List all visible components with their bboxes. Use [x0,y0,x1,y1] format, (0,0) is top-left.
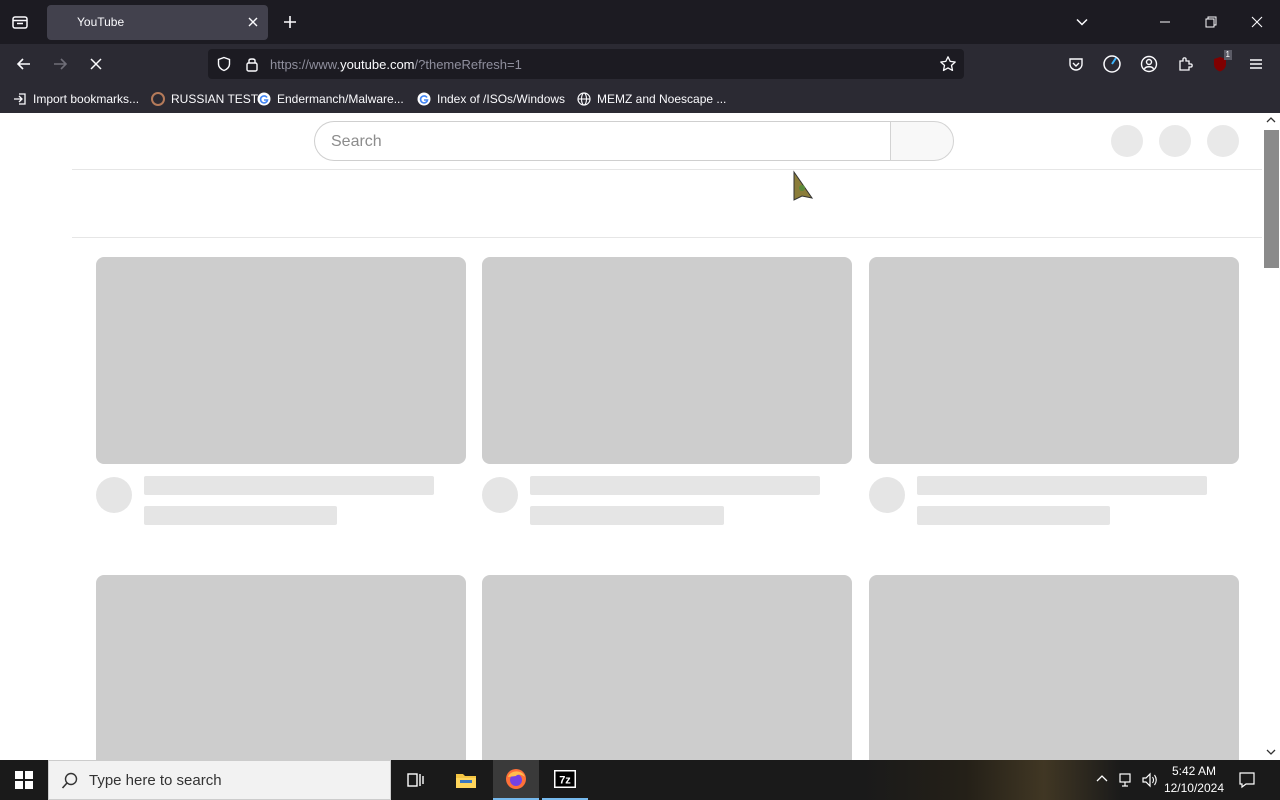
search-input[interactable]: Search [314,121,891,161]
video-thumbnail-placeholder[interactable] [96,257,466,464]
show-hidden-icons-icon[interactable] [1095,772,1109,786]
cursor-icon [790,170,816,202]
network-icon[interactable] [1118,772,1136,788]
channel-avatar-placeholder [869,477,905,513]
video-thumbnail-placeholder[interactable] [869,575,1239,760]
scroll-down-icon[interactable] [1265,747,1277,757]
tab-strip: YouTube [0,0,1280,44]
notifications-icon[interactable] [1238,771,1256,789]
windows-logo-icon [15,771,33,789]
address-bar[interactable]: https://www.youtube.com/?themeRefresh=1 [208,49,964,79]
url-suffix: /?themeRefresh=1 [414,57,522,72]
channel-avatar-placeholder [482,477,518,513]
meta-placeholder [144,506,337,525]
channel-avatar-placeholder [96,477,132,513]
title-placeholder [144,476,434,495]
search-icon [61,772,79,790]
meta-placeholder [917,506,1110,525]
bookmark-label: Endermanch/Malware... [277,92,404,106]
chevron-down-icon[interactable] [1068,8,1096,36]
video-thumbnail-placeholder[interactable] [482,575,852,760]
search-placeholder: Search [331,133,382,150]
bookmark-endermanch[interactable]: Endermanch/Malware... [256,90,404,108]
meta-placeholder [530,506,724,525]
lock-icon[interactable] [238,50,266,78]
globe-icon [576,91,592,107]
header-placeholder-button[interactable] [1159,125,1191,157]
site-icon [150,91,166,107]
url-prefix: https://www. [270,57,341,72]
ublock-origin-icon[interactable]: 1 [1206,50,1234,78]
taskbar-search-box[interactable]: Type here to search [48,760,391,800]
navigation-toolbar: https://www.youtube.com/?themeRefresh=1 … [0,44,1280,84]
bookmark-memz[interactable]: MEMZ and Noescape ... [576,90,726,108]
file-explorer-icon[interactable] [443,760,489,800]
import-icon [12,91,28,107]
taskbar-search-placeholder: Type here to search [89,772,222,789]
bookmark-label: MEMZ and Noescape ... [597,92,727,106]
close-tab-icon[interactable] [246,15,260,29]
title-placeholder [530,476,820,495]
bookmark-index-isos[interactable]: Index of /ISOs/Windows [416,90,565,108]
divider [72,169,1262,170]
scroll-up-icon[interactable] [1265,115,1277,125]
restore-icon[interactable] [1197,8,1225,36]
bookmark-label: RUSSIAN TEST [171,92,259,106]
account-icon[interactable] [1135,50,1163,78]
scrollbar-thumb[interactable] [1264,130,1279,268]
minimize-icon[interactable] [1151,8,1179,36]
scrollbar[interactable] [1262,113,1280,760]
list-all-tabs-icon[interactable] [6,8,34,36]
firefox-taskbar-icon[interactable] [493,760,539,800]
forward-icon[interactable] [46,50,74,78]
svg-text:7z: 7z [559,775,571,787]
title-placeholder [917,476,1207,495]
start-button[interactable] [0,760,48,800]
page-content: Search [0,113,1280,760]
taskbar-clock[interactable]: 5:42 AM 12/10/2024 [1164,763,1224,797]
tab-youtube[interactable]: YouTube [47,5,268,40]
menu-icon[interactable] [1242,50,1270,78]
extension-badge: 1 [1223,50,1232,60]
video-thumbnail-placeholder[interactable] [869,257,1239,464]
new-tab-icon[interactable] [276,8,304,36]
bookmark-label: Index of /ISOs/Windows [437,92,566,106]
back-icon[interactable] [10,50,38,78]
7zip-taskbar-icon[interactable]: 7z [542,760,588,800]
windows-taskbar: Type here to search 7z 5:42 AM 12/10/202… [0,760,1280,800]
bookmark-import[interactable]: Import bookmarks... [12,90,139,108]
video-thumbnail-placeholder[interactable] [482,257,852,464]
close-window-icon[interactable] [1243,8,1271,36]
video-thumbnail-placeholder[interactable] [96,575,466,760]
url-text: https://www.youtube.com/?themeRefresh=1 [270,57,522,72]
downloads-progress-icon[interactable] [1098,50,1126,78]
pocket-icon[interactable] [1062,50,1090,78]
tab-title: YouTube [77,15,125,29]
url-domain: youtube.com [340,57,415,72]
header-placeholder-button[interactable] [1111,125,1143,157]
shield-icon[interactable] [210,50,238,78]
search-button[interactable] [890,121,954,161]
task-view-icon[interactable] [393,760,439,800]
bookmark-russian-test[interactable]: RUSSIAN TEST [150,90,258,108]
extensions-icon[interactable] [1171,50,1199,78]
google-icon [256,91,272,107]
clock-date: 12/10/2024 [1163,781,1224,795]
taskbar-background-image [862,760,1122,800]
stop-loading-icon[interactable] [82,50,110,78]
bookmarks-toolbar: Import bookmarks... RUSSIAN TEST Enderma… [0,84,1280,113]
volume-icon[interactable] [1141,772,1159,788]
google-icon [416,91,432,107]
bookmark-star-icon[interactable] [934,50,962,78]
divider [72,237,1262,238]
clock-time: 5:42 AM [1171,764,1216,778]
header-placeholder-button[interactable] [1207,125,1239,157]
bookmark-label: Import bookmarks... [33,92,140,106]
